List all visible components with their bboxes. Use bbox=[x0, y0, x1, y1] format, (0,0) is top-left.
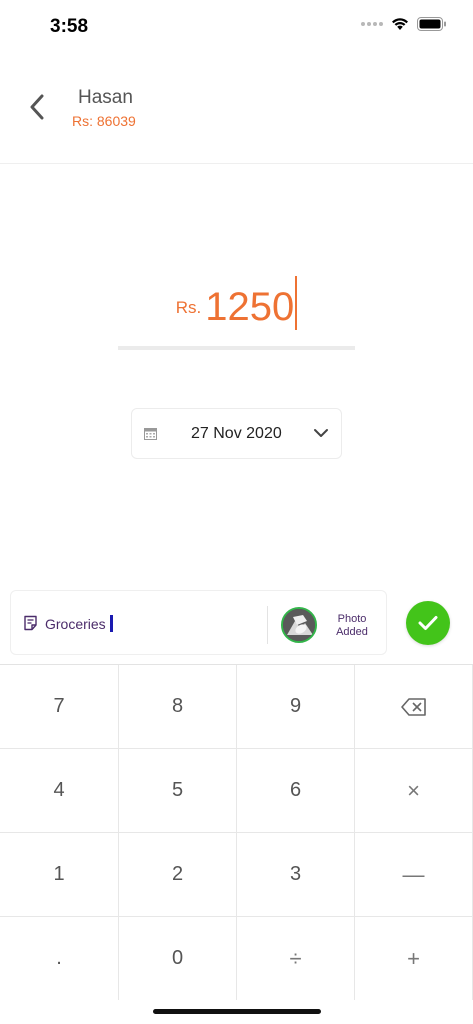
chevron-left-icon bbox=[30, 94, 44, 120]
decimal-key[interactable]: . bbox=[0, 917, 118, 1000]
status-bar: 3:58 bbox=[0, 0, 473, 54]
keypad: 7 8 9 4 5 6 × 1 2 3 — . 0 ÷ + bbox=[0, 664, 473, 1000]
key-2[interactable]: 2 bbox=[119, 833, 236, 916]
photo-thumbnail[interactable] bbox=[281, 607, 317, 643]
key-3[interactable]: 3 bbox=[237, 833, 354, 916]
signal-icon bbox=[361, 22, 383, 26]
note-cursor bbox=[109, 615, 113, 632]
subtract-key[interactable]: — bbox=[355, 833, 472, 916]
contact-balance: Rs: 86039 bbox=[72, 113, 136, 129]
note-icon bbox=[24, 615, 37, 631]
status-time: 3:58 bbox=[50, 16, 89, 37]
photo-status: Photo Added bbox=[331, 613, 373, 639]
key-1[interactable]: 1 bbox=[0, 833, 118, 916]
battery-icon bbox=[417, 17, 446, 31]
key-8[interactable]: 8 bbox=[119, 665, 236, 748]
contact-name: Hasan bbox=[78, 87, 133, 108]
key-9[interactable]: 9 bbox=[237, 665, 354, 748]
note-bar: Groceries Photo Added bbox=[10, 590, 387, 655]
key-7[interactable]: 7 bbox=[0, 665, 118, 748]
divider bbox=[267, 606, 268, 644]
date-picker[interactable]: 27 Nov 2020 bbox=[131, 408, 342, 459]
calendar-icon bbox=[144, 428, 157, 440]
check-icon bbox=[418, 616, 438, 630]
key-5[interactable]: 5 bbox=[119, 749, 236, 832]
photo-status-line1: Photo bbox=[337, 613, 367, 625]
key-6[interactable]: 6 bbox=[237, 749, 354, 832]
note-input[interactable]: Groceries bbox=[45, 615, 113, 632]
amount-value: 1250 bbox=[205, 285, 295, 329]
add-key[interactable]: + bbox=[355, 917, 472, 1000]
date-value: 27 Nov 2020 bbox=[191, 425, 282, 442]
confirm-button[interactable] bbox=[406, 601, 450, 645]
multiply-key[interactable]: × bbox=[355, 749, 472, 832]
back-button[interactable] bbox=[20, 90, 54, 124]
divide-key[interactable]: ÷ bbox=[237, 917, 354, 1000]
key-4[interactable]: 4 bbox=[0, 749, 118, 832]
currency-label: Rs. bbox=[175, 298, 202, 317]
amount-input[interactable]: Rs. 1250 bbox=[118, 270, 355, 350]
status-icons bbox=[361, 17, 447, 31]
photo-status-line2: Added bbox=[336, 626, 368, 638]
header: Hasan Rs: 86039 bbox=[0, 72, 473, 164]
backspace-key[interactable] bbox=[355, 665, 472, 748]
home-indicator[interactable] bbox=[153, 1009, 321, 1014]
backspace-icon bbox=[400, 697, 426, 716]
chevron-down-icon bbox=[314, 429, 328, 437]
photo-image bbox=[283, 609, 315, 641]
text-cursor bbox=[295, 276, 298, 330]
wifi-icon bbox=[392, 18, 408, 30]
key-0[interactable]: 0 bbox=[119, 917, 236, 1000]
note-value: Groceries bbox=[45, 615, 106, 632]
